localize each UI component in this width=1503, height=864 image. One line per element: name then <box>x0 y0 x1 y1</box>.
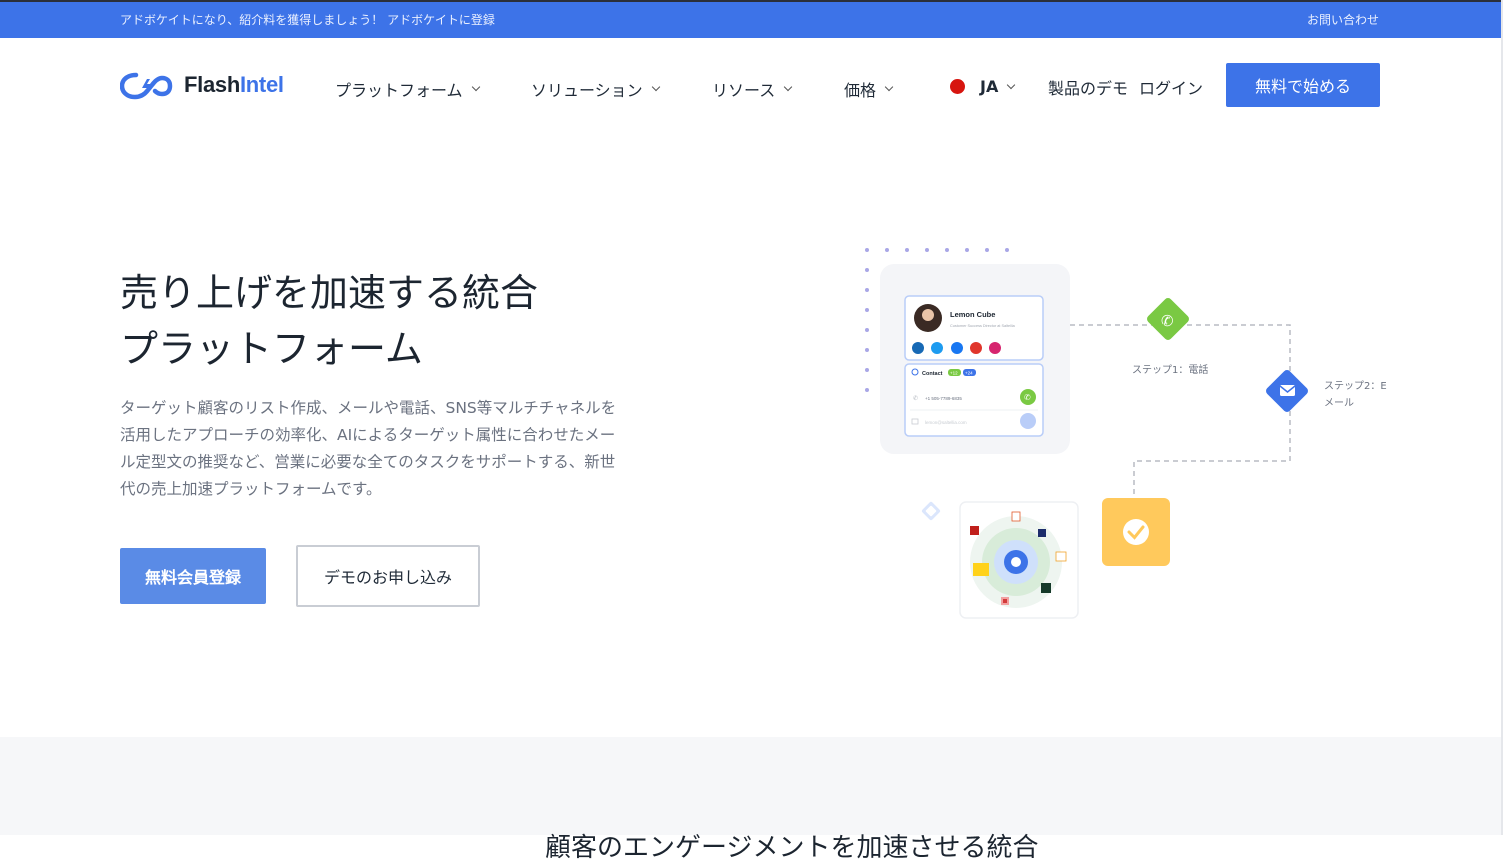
chevron-down-icon <box>1007 80 1016 89</box>
free-signup-button[interactable]: 無料会員登録 <box>120 548 266 604</box>
badge-green: +12 <box>950 371 958 376</box>
hero-description: ターゲット顧客のリスト作成、メールや電話、SNS等マルチチャネルを活用したアプロ… <box>120 399 617 498</box>
contact-email: lemon@saltellia.com <box>925 420 967 425</box>
check-icon <box>1123 519 1149 545</box>
company-logo-icon <box>973 563 989 576</box>
contact-subtitle: Customer Success Director at Saltellia <box>950 324 1016 328</box>
svg-text:✆: ✆ <box>1024 393 1031 402</box>
step2-label-line2: メール <box>1324 398 1354 409</box>
promo-bar: アドボケイトになり、紹介料を獲得しましょう！ アドボケイトに登録 お問い合わせ <box>0 0 1503 38</box>
start-free-button[interactable]: 無料で始める <box>1226 63 1380 107</box>
contact-link[interactable]: お問い合わせ <box>1307 11 1379 28</box>
flashintel-logo-icon <box>120 72 173 100</box>
hero-title-line2: プラットフォーム <box>120 327 423 371</box>
next-section: 顧客のエンゲージメントを加速させる統合 <box>0 737 1503 863</box>
chevron-down-icon <box>783 82 793 92</box>
nav-resources[interactable]: リソース <box>712 77 793 101</box>
company-logo-icon <box>1055 551 1067 562</box>
chevron-down-icon <box>471 82 480 92</box>
nav-platform[interactable]: プラットフォーム <box>335 77 480 101</box>
svg-text:✆: ✆ <box>1161 312 1174 330</box>
chevron-down-icon <box>884 82 894 92</box>
product-demo-link[interactable]: 製品のデモ <box>1048 75 1128 99</box>
company-logo-icon <box>1011 511 1021 522</box>
language-label: JA <box>980 77 999 96</box>
flow-connector <box>1070 324 1291 498</box>
company-logo-icon <box>1041 583 1051 593</box>
nav-pricing[interactable]: 価格 <box>844 77 894 101</box>
company-logo-icon <box>970 526 979 535</box>
step2-label-line1: ステップ2：E <box>1324 380 1387 392</box>
login-link[interactable]: ログイン <box>1139 75 1203 99</box>
linkedin-icon <box>912 342 924 354</box>
hero-title-line1: 売り上げを加速する統合 <box>120 271 539 315</box>
instagram-icon <box>989 342 1001 354</box>
twitter-icon <box>931 342 943 354</box>
chevron-down-icon <box>651 82 660 92</box>
email-button-icon <box>1020 413 1036 429</box>
nav-platform-label: プラットフォーム <box>335 81 463 100</box>
step1-label: ステップ1：電話 <box>1132 363 1208 376</box>
nav-solutions-label: ソリューション <box>531 81 643 100</box>
main-nav: FlashIntel プラットフォーム ソリューション リソース 価格 JA 製… <box>0 38 1503 134</box>
nav-solutions[interactable]: ソリューション <box>531 77 660 101</box>
logo[interactable]: FlashIntel <box>120 68 284 102</box>
advocate-promo-link[interactable]: アドボケイトになり、紹介料を獲得しましょう！ アドボケイトに登録 <box>120 11 495 28</box>
contact-phone: +1 505-7789-6835 <box>925 396 962 401</box>
youtube-icon <box>970 342 982 354</box>
badge-blue: +24 <box>965 371 973 376</box>
contact-name: Lemon Cube <box>950 310 995 319</box>
facebook-icon <box>951 342 963 354</box>
nav-resources-label: リソース <box>712 81 776 100</box>
next-section-title: 顧客のエンゲージメントを加速させる統合 <box>545 833 1039 863</box>
japan-flag-icon <box>950 79 965 94</box>
language-selector[interactable]: JA <box>950 77 1016 96</box>
hero-illustration: Lemon Cube Customer Success Director at … <box>865 248 1387 619</box>
phone-icon: ✆ <box>913 395 918 402</box>
hero-title: 売り上げを加速する統合 プラットフォーム <box>120 265 600 377</box>
nav-pricing-label: 価格 <box>844 81 877 100</box>
demo-request-button[interactable]: デモのお申し込み <box>296 545 480 607</box>
company-logo-icon <box>1038 529 1046 537</box>
brand-name: FlashIntel <box>184 72 284 97</box>
contact-label: Contact <box>922 371 943 377</box>
